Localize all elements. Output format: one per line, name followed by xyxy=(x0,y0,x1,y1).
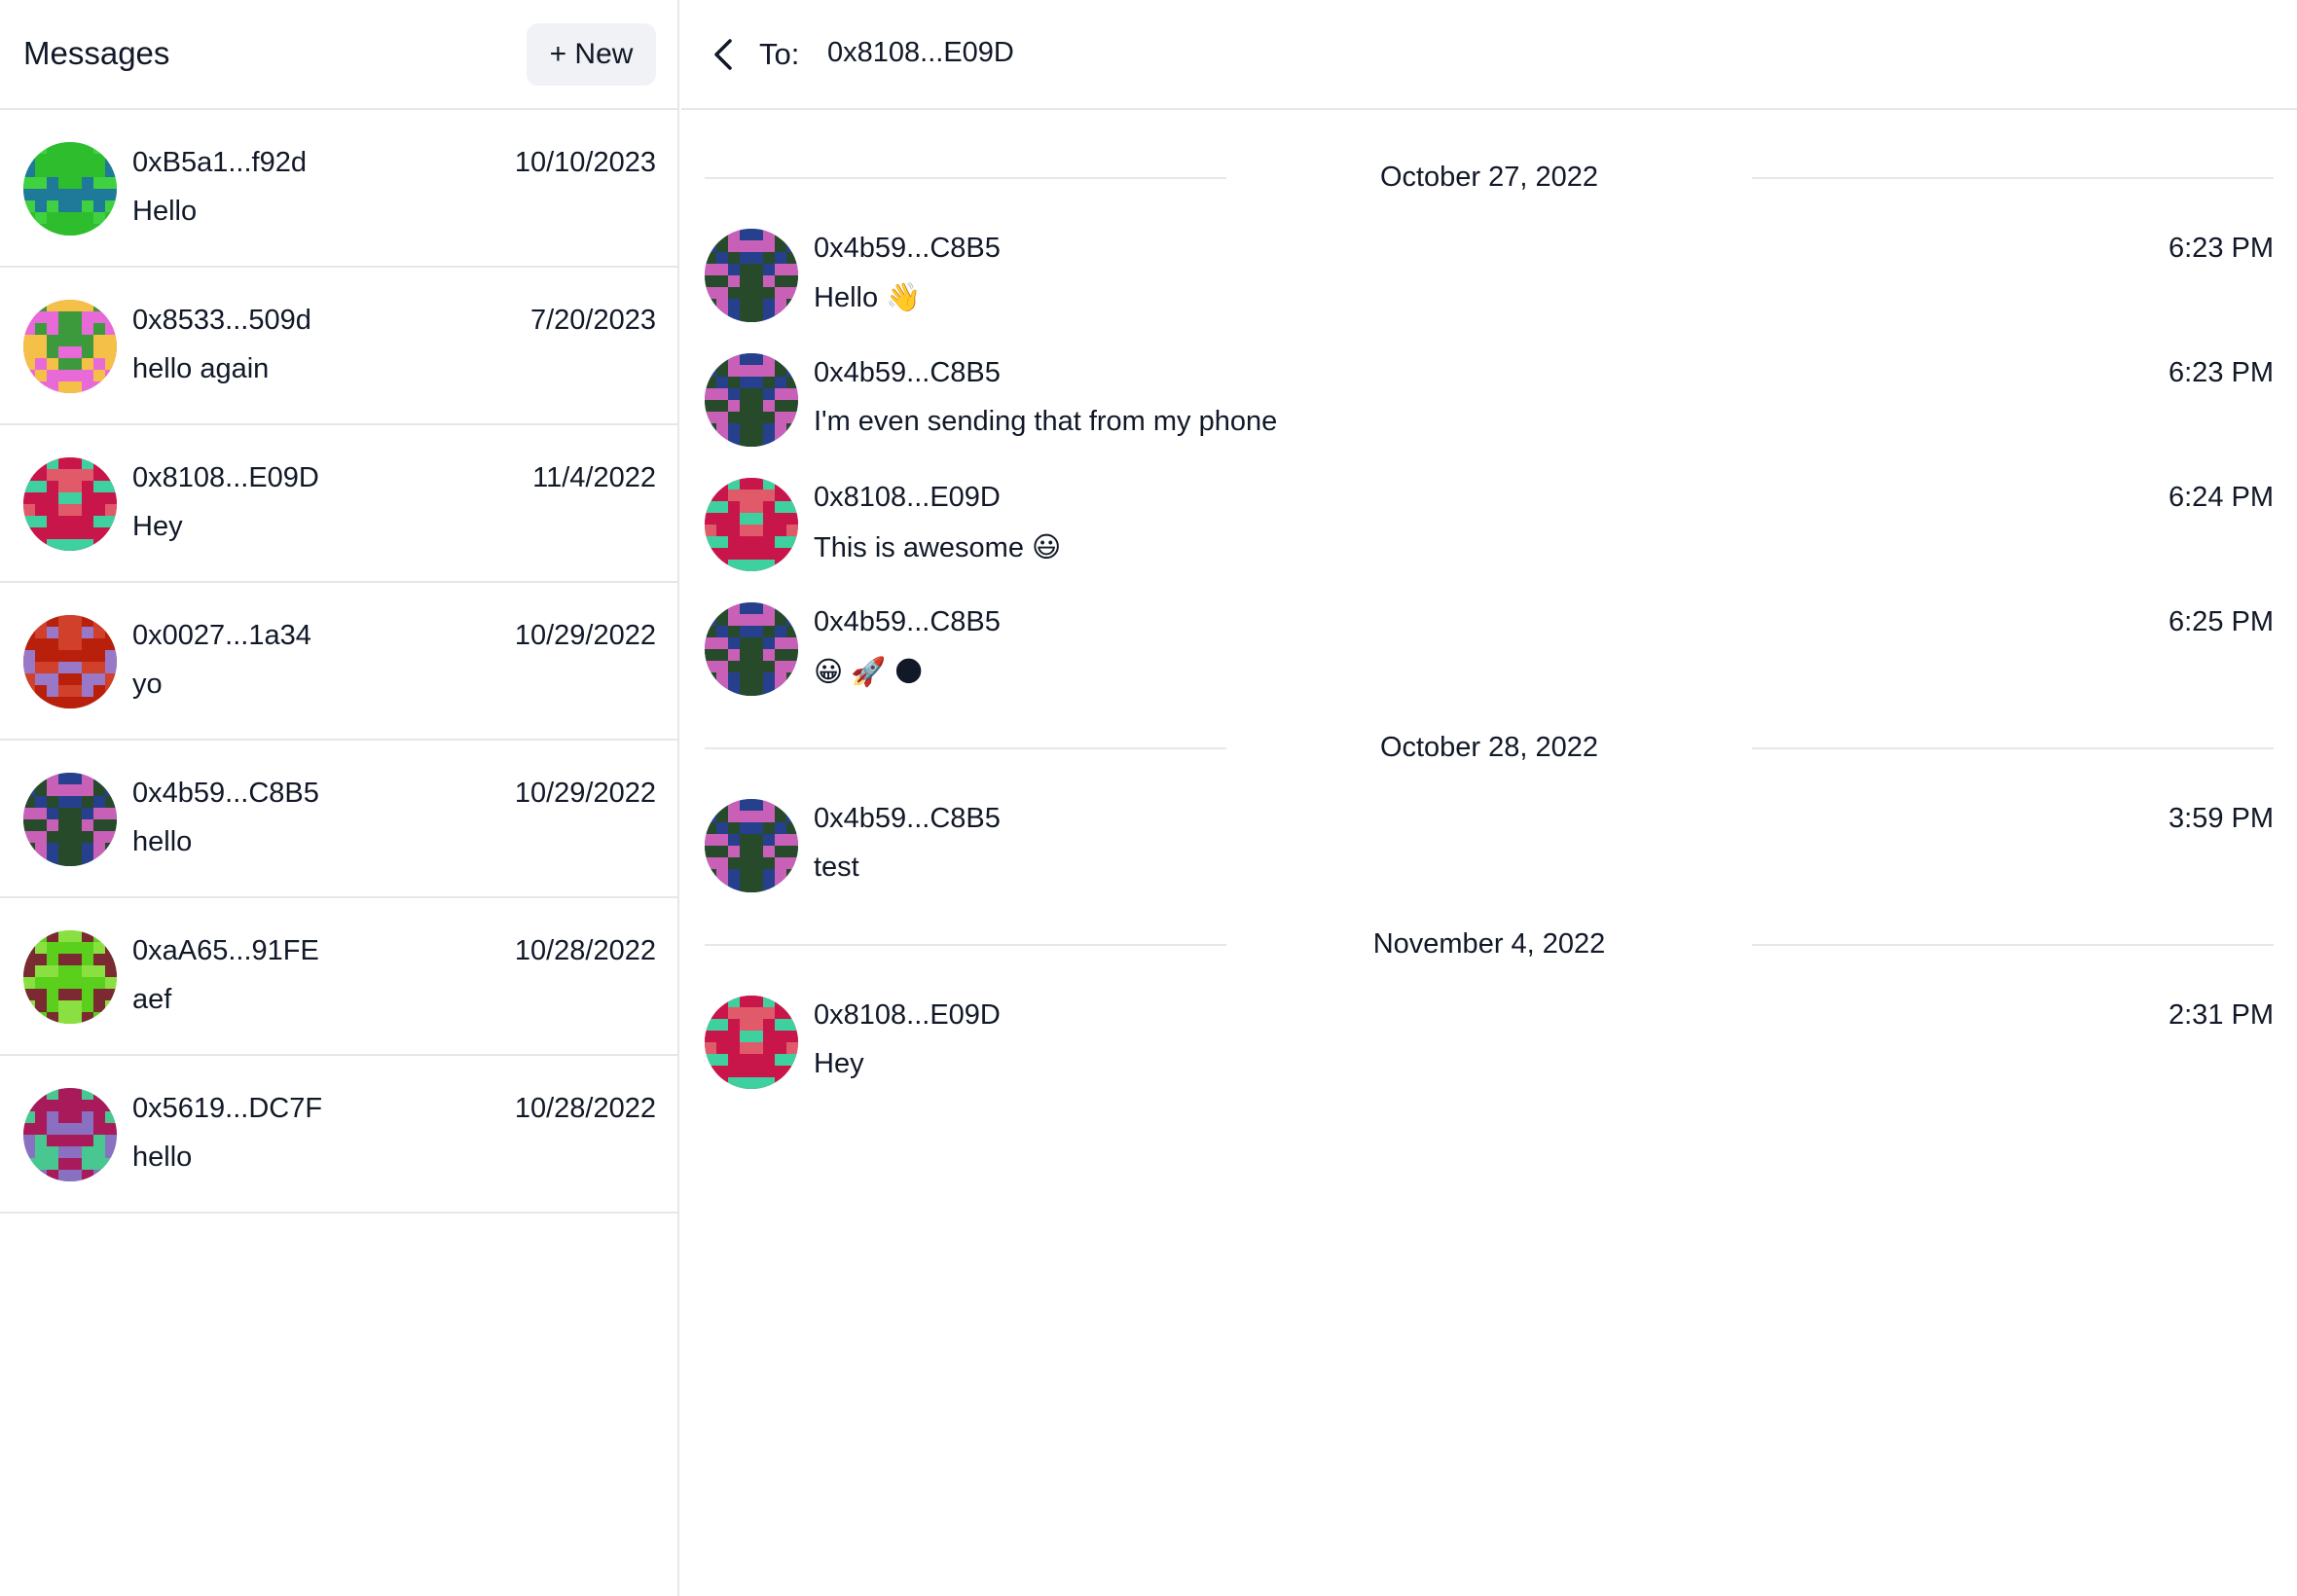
conversation-preview: aef xyxy=(132,984,172,1015)
conversation-preview: hello xyxy=(132,1142,193,1173)
conversation-name: 0xB5a1...f92d xyxy=(132,147,307,178)
new-conversation-button[interactable]: + New xyxy=(527,23,656,86)
back-chevron-icon[interactable] xyxy=(709,37,740,72)
date-separator: October 27, 2022 xyxy=(705,158,2274,197)
conversation-item[interactable]: 0x8108...E09D 11/4/2022 Hey xyxy=(0,425,679,583)
conversation-date: 10/10/2023 xyxy=(514,147,656,178)
conversation-name: 0x0027...1a34 xyxy=(132,620,311,651)
conversation-preview: hello again xyxy=(132,353,270,384)
conversation-name: 0x4b59...C8B5 xyxy=(132,778,319,809)
conversation-name: 0x8108...E09D xyxy=(132,462,319,493)
message-sender: 0x8108...E09D xyxy=(814,482,1001,513)
message-time: 6:25 PM xyxy=(2169,606,2274,637)
chat-panel: To: 0x8108...E09D October 27, 2022 0x4b5… xyxy=(681,0,2297,1596)
conversation-item[interactable]: 0xB5a1...f92d 10/10/2023 Hello xyxy=(0,110,679,268)
message-text: This is awesome 😃 xyxy=(814,532,1062,563)
conversation-preview: hello xyxy=(132,826,193,857)
message-time: 6:23 PM xyxy=(2169,233,2274,264)
message-sender: 0x4b59...C8B5 xyxy=(814,803,1001,834)
message-time: 6:24 PM xyxy=(2169,482,2274,513)
conversation-item[interactable]: 0x5619...DC7F 10/28/2022 hello xyxy=(0,1056,679,1214)
conversation-list: 0xB5a1...f92d 10/10/2023 Hello 0x8533...… xyxy=(0,110,679,1214)
avatar xyxy=(23,773,117,866)
message-text: Hello 👋 xyxy=(814,282,922,313)
conversation-sidebar: Messages + New 0xB5a1...f92d 10/10/2023 … xyxy=(0,0,679,1596)
message-text: Hey xyxy=(814,1048,864,1079)
conversation-date: 10/29/2022 xyxy=(514,620,656,651)
conversation-name: 0xaA65...91FE xyxy=(132,935,319,966)
conversation-name: 0x5619...DC7F xyxy=(132,1093,323,1124)
conversation-item[interactable]: 0x8533...509d 7/20/2023 hello again xyxy=(0,268,679,425)
conversation-date: 7/20/2023 xyxy=(529,305,656,336)
conversation-preview: Hello xyxy=(132,196,198,227)
recipient-address: 0x8108...E09D xyxy=(827,37,1014,68)
message-time: 2:31 PM xyxy=(2169,999,2274,1031)
avatar xyxy=(23,930,117,1024)
avatar xyxy=(705,478,798,571)
message-item: 0x4b59...C8B5 6:23 PM I'm even sending t… xyxy=(705,353,2274,451)
avatar xyxy=(705,353,798,447)
conversation-item[interactable]: 0xaA65...91FE 10/28/2022 aef xyxy=(0,898,679,1056)
sidebar-title: Messages xyxy=(23,35,170,71)
message-item: 0x4b59...C8B5 3:59 PM test xyxy=(705,799,2274,896)
avatar xyxy=(705,602,798,696)
avatar xyxy=(705,799,798,892)
messaging-app: Messages + New 0xB5a1...f92d 10/10/2023 … xyxy=(0,0,2297,1596)
message-text: I'm even sending that from my phone xyxy=(814,406,1278,437)
avatar xyxy=(705,996,798,1089)
avatar xyxy=(23,1088,117,1181)
avatar xyxy=(23,142,117,236)
avatar xyxy=(705,229,798,322)
message-item: 0x4b59...C8B5 6:25 PM 😀 🚀 🌑 xyxy=(705,602,2274,700)
message-sender: 0x4b59...C8B5 xyxy=(814,606,1001,637)
message-item: 0x8108...E09D 6:24 PM This is awesome 😃 xyxy=(705,478,2274,575)
message-sender: 0x8108...E09D xyxy=(814,999,1001,1031)
sidebar-header: Messages + New xyxy=(0,0,677,110)
avatar xyxy=(23,615,117,708)
conversation-item[interactable]: 0x0027...1a34 10/29/2022 yo xyxy=(0,583,679,741)
conversation-preview: Hey xyxy=(132,511,183,542)
message-sender: 0x4b59...C8B5 xyxy=(814,233,1001,264)
conversation-name: 0x8533...509d xyxy=(132,305,311,336)
date-separator: November 4, 2022 xyxy=(705,925,2274,963)
conversation-item[interactable]: 0x4b59...C8B5 10/29/2022 hello xyxy=(0,741,679,898)
recipient-label: To: xyxy=(759,37,800,71)
conversation-date: 10/29/2022 xyxy=(514,778,656,809)
message-sender: 0x4b59...C8B5 xyxy=(814,357,1001,388)
message-item: 0x4b59...C8B5 6:23 PM Hello 👋 xyxy=(705,229,2274,326)
message-text: 😀 🚀 🌑 xyxy=(814,657,924,688)
message-time: 3:59 PM xyxy=(2169,803,2274,834)
conversation-preview: yo xyxy=(132,669,163,700)
chat-header: To: 0x8108...E09D xyxy=(681,0,2297,110)
avatar xyxy=(23,457,117,551)
message-time: 6:23 PM xyxy=(2169,357,2274,388)
message-item: 0x8108...E09D 2:31 PM Hey xyxy=(705,996,2274,1093)
avatar xyxy=(23,300,117,393)
conversation-date: 11/4/2022 xyxy=(532,462,656,493)
conversation-date: 10/28/2022 xyxy=(514,935,656,966)
date-separator: October 28, 2022 xyxy=(705,728,2274,767)
message-text: test xyxy=(814,852,859,883)
conversation-date: 10/28/2022 xyxy=(514,1093,656,1124)
